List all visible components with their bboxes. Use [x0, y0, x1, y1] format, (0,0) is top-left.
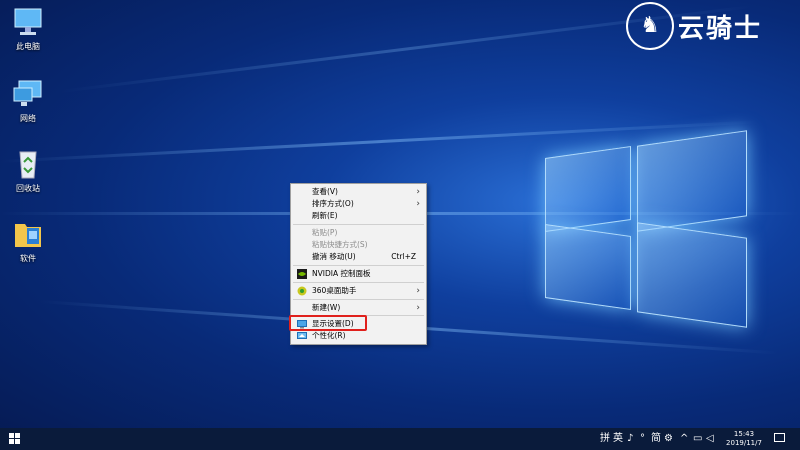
ime-punct-icon[interactable]: ° [640, 432, 645, 446]
desktop: 此电脑 网络 回收站 软件 ♞ 云骑士 查看(V) › 排序方式(O) › 刷新… [0, 0, 800, 428]
menu-item-new[interactable]: 新建(W) › [291, 302, 426, 314]
brand-watermark: ♞ 云骑士 [626, 2, 796, 52]
menu-item-label: 查看(V) [312, 187, 338, 196]
network-tray-icon[interactable]: ▭ [693, 432, 702, 446]
menu-item-paste-shortcut: 粘贴快捷方式(S) [291, 239, 426, 251]
chevron-up-icon[interactable]: ^ [680, 432, 688, 446]
chevron-right-icon: › [416, 187, 420, 197]
menu-separator [293, 265, 424, 266]
desktop-icon-recycle-bin[interactable]: 回收站 [2, 148, 54, 194]
menu-item-label: 排序方式(O) [312, 199, 354, 208]
menu-item-label: 粘贴(P) [312, 228, 338, 237]
volume-icon[interactable]: ◁ [706, 432, 714, 446]
windows-logo-pane [545, 145, 631, 233]
menu-separator [293, 224, 424, 225]
menu-item-label: NVIDIA 控制面板 [312, 269, 371, 278]
menu-item-shortcut: Ctrl+Z [391, 252, 416, 261]
software-folder-icon [11, 218, 45, 250]
clock-time: 15:43 [733, 430, 755, 438]
menu-item-view[interactable]: 查看(V) › [291, 186, 426, 198]
clock-date: 2019/11/7 [726, 439, 762, 447]
windows-logo-pane [545, 223, 631, 311]
windows-logo-pane [637, 130, 747, 232]
chevron-right-icon: › [416, 199, 420, 209]
menu-item-label: 粘贴快捷方式(S) [312, 240, 368, 249]
menu-item-undo-move[interactable]: 撤消 移动(U) Ctrl+Z [291, 251, 426, 263]
chevron-right-icon: › [416, 303, 420, 313]
taskbar-clock[interactable]: 15:43 2019/11/7 [723, 430, 765, 448]
ime-moon-icon[interactable]: ♪ [627, 432, 633, 446]
menu-item-label: 360桌面助手 [312, 286, 357, 295]
windows-logo-pane [637, 222, 747, 328]
desktop-icon-label: 软件 [20, 254, 36, 263]
notification-icon[interactable] [774, 433, 785, 442]
menu-item-nvidia[interactable]: NVIDIA 控制面板 [291, 268, 426, 280]
menu-separator [293, 299, 424, 300]
this-pc-icon [11, 6, 45, 38]
menu-item-label: 撤消 移动(U) [312, 252, 356, 261]
desktop-icon-label: 网络 [20, 114, 36, 123]
ime-settings-icon[interactable]: ⚙ [664, 432, 673, 446]
desktop-icon-network[interactable]: 网络 [2, 78, 54, 124]
network-icon [11, 78, 45, 110]
menu-separator [293, 282, 424, 283]
brand-text: 云骑士 [678, 14, 763, 44]
desktop-icon-label: 此电脑 [16, 42, 40, 51]
chevron-right-icon: › [416, 286, 420, 296]
personalize-icon [297, 331, 307, 341]
nvidia-icon [297, 269, 307, 279]
menu-item-refresh[interactable]: 刷新(E) [291, 210, 426, 222]
desktop-icon-label: 回收站 [16, 184, 40, 193]
360-icon [297, 286, 307, 296]
knight-logo-icon: ♞ [626, 2, 674, 50]
taskbar: 拼 英 ♪ ° 简 ⚙ ^ ▭ ◁ 15:43 2019/11/7 [0, 428, 800, 450]
menu-item-label: 个性化(R) [312, 331, 346, 340]
menu-item-360[interactable]: 360桌面助手 › [291, 285, 426, 297]
menu-item-paste: 粘贴(P) [291, 227, 426, 239]
desktop-icon-this-pc[interactable]: 此电脑 [2, 6, 54, 52]
menu-item-personalize[interactable]: 个性化(R) [291, 330, 426, 342]
menu-item-label: 刷新(E) [312, 211, 338, 220]
recycle-bin-icon [11, 148, 45, 180]
desktop-icon-software[interactable]: 软件 [2, 218, 54, 264]
ime-simplified-indicator[interactable]: 简 [651, 432, 661, 446]
highlight-box [289, 315, 367, 331]
menu-item-label: 新建(W) [312, 303, 341, 312]
ime-language-indicator[interactable]: 英 [613, 432, 623, 446]
windows-start-icon[interactable] [9, 433, 21, 445]
ime-pinyin-icon[interactable]: 拼 [600, 432, 610, 446]
menu-item-sort[interactable]: 排序方式(O) › [291, 198, 426, 210]
